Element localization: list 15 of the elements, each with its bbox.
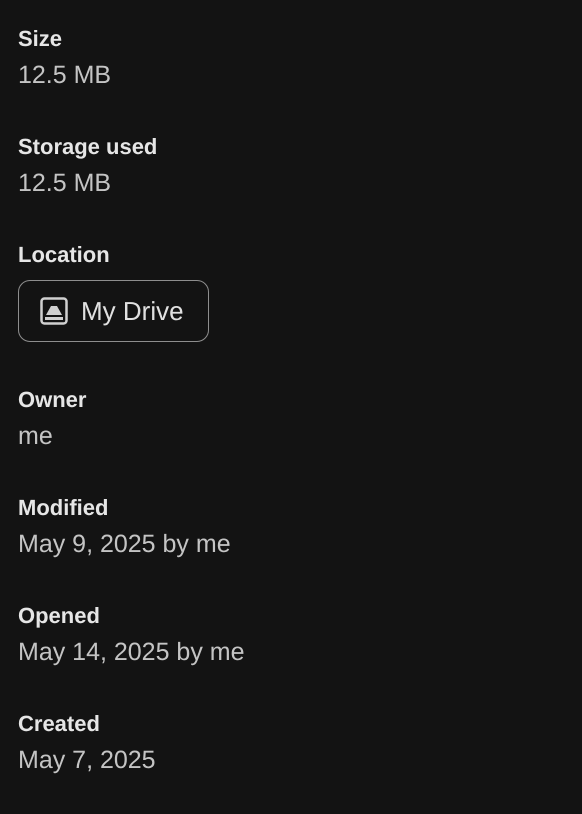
detail-value: May 7, 2025 <box>18 746 156 774</box>
detail-value: May 14, 2025 by me <box>18 638 245 666</box>
detail-label: Location <box>18 242 110 268</box>
location-chip[interactable]: My Drive <box>18 280 209 342</box>
detail-label: Modified <box>18 495 108 521</box>
detail-label: Size <box>18 26 62 52</box>
detail-value: May 9, 2025 by me <box>18 530 231 558</box>
detail-value: 12.5 MB <box>18 61 112 89</box>
detail-label: Created <box>18 711 100 737</box>
detail-value: 12.5 MB <box>18 169 112 197</box>
detail-label: Opened <box>18 603 100 629</box>
detail-label: Owner <box>18 387 86 413</box>
drive-icon <box>39 296 69 326</box>
detail-label: Storage used <box>18 134 158 160</box>
detail-value: me <box>18 422 53 450</box>
